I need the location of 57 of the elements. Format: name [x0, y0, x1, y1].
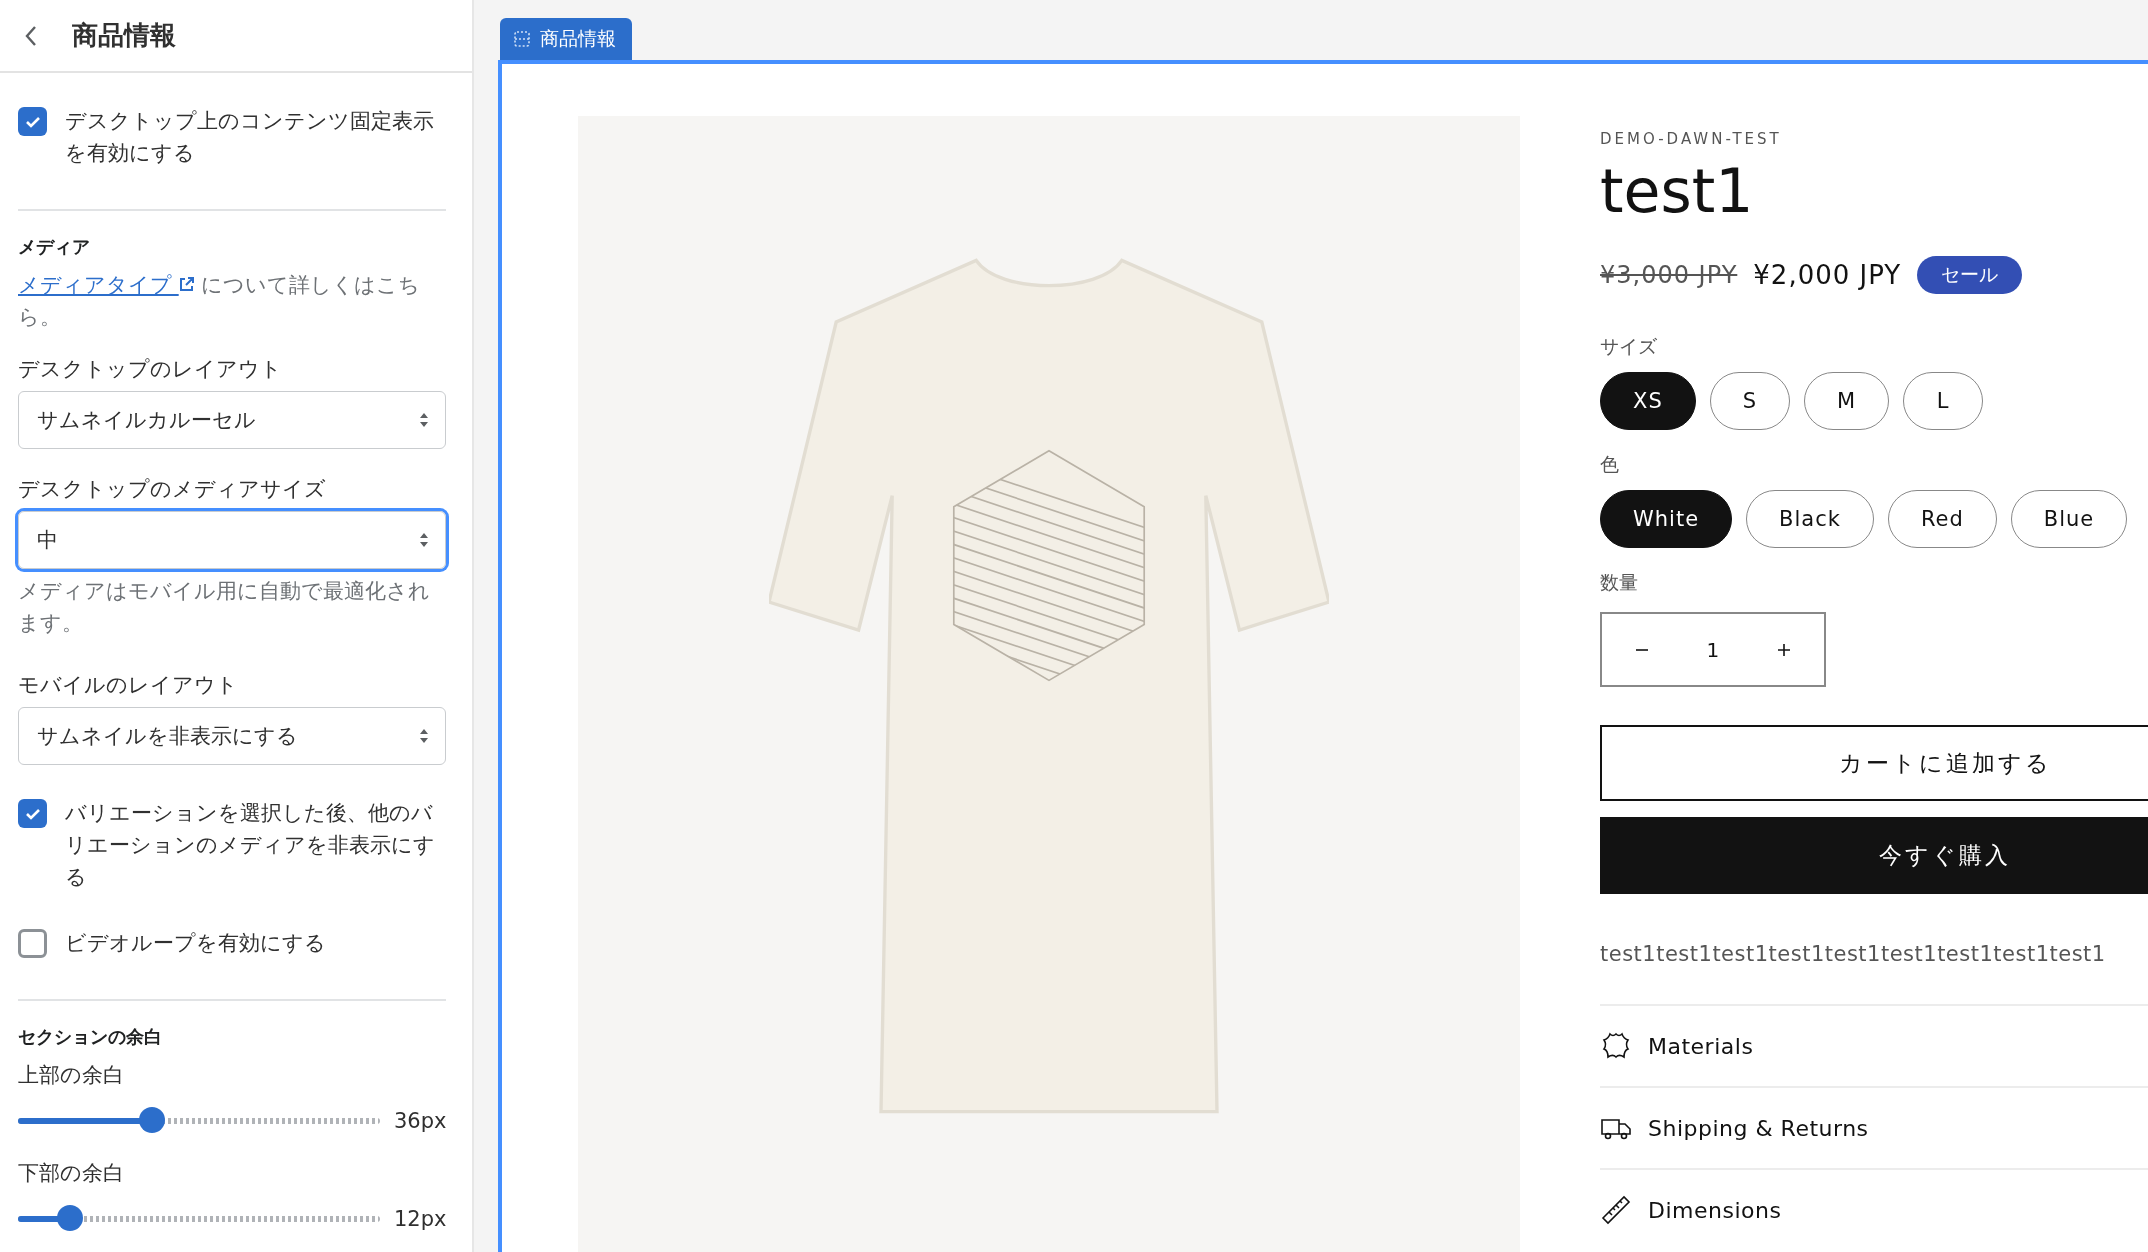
slider-value: 36px: [394, 1109, 446, 1133]
select-field[interactable]: サムネイルを非表示にする: [18, 707, 446, 765]
panel-title: 商品情報: [72, 19, 176, 52]
checkbox[interactable]: [18, 799, 47, 828]
option-pill[interactable]: White: [1600, 490, 1733, 548]
select-arrows-icon: [419, 727, 429, 745]
checkbox-label: バリエーションを選択した後、他のバリエーションのメディアを非表示にする: [65, 800, 436, 891]
media-type-link[interactable]: メディアタイプ: [18, 273, 195, 297]
vendor-text: DEMO-DAWN-TEST: [1600, 130, 1783, 148]
section-heading: セクションの余白: [18, 1025, 163, 1049]
add-to-cart-button[interactable]: カートに追加する: [1600, 725, 2148, 801]
sale-price: ¥2,000 JPY: [1753, 260, 1902, 290]
checkbox-label: ビデオループを有効にする: [65, 930, 326, 957]
quantity-label: 数量: [1600, 570, 1639, 595]
checkmark-icon: [24, 115, 41, 128]
select-arrows-icon: [419, 411, 429, 429]
option-label: 色: [1600, 452, 1620, 477]
checkbox[interactable]: [18, 929, 47, 958]
buy-now-button[interactable]: 今すぐ購入: [1600, 817, 2148, 894]
accordion-row[interactable]: Materials: [1600, 1004, 2148, 1086]
option-pill[interactable]: Red: [1887, 490, 1997, 548]
help-text: メディアはモバイル用に自動で最適化されます。: [18, 578, 431, 637]
product-description: test1test1test1test1test1test1test1test1test1: [1600, 942, 2107, 966]
checkbox[interactable]: [18, 107, 47, 136]
accordion-row[interactable]: Dimensions: [1600, 1168, 2148, 1250]
select-field[interactable]: 中: [18, 511, 446, 569]
option-pill[interactable]: XS: [1600, 372, 1696, 430]
sale-badge: セール: [1917, 256, 2023, 294]
checkbox-label: デスクトップ上のコンテンツ固定表示を有効にする: [65, 108, 435, 167]
accordion-row[interactable]: Shipping & Returns: [1600, 1086, 2148, 1168]
section-heading: メディア: [18, 235, 91, 259]
slider-label: 下部の余白: [18, 1160, 125, 1187]
field-label: デスクトップのメディアサイズ: [18, 476, 327, 503]
section-tab[interactable]: 商品情報: [500, 18, 632, 60]
slider-label: 上部の余白: [18, 1062, 125, 1089]
field-label: デスクトップのレイアウト: [18, 356, 283, 383]
option-pill[interactable]: L: [1903, 372, 1984, 430]
compare-price: ¥3,000 JPY: [1600, 261, 1738, 289]
help-text: メディアタイプ について詳しくはこちら。: [18, 272, 422, 331]
external-link-icon: [178, 276, 195, 292]
ruler-icon: [1600, 1194, 1632, 1226]
slider-thumb[interactable]: [138, 1107, 165, 1133]
option-pill[interactable]: Blue: [2010, 490, 2128, 548]
option-label: サイズ: [1600, 334, 1658, 359]
select-arrows-icon: [419, 531, 429, 549]
field-label: モバイルのレイアウト: [18, 672, 239, 699]
quantity-value[interactable]: 1: [1706, 637, 1720, 662]
option-pill[interactable]: M: [1804, 372, 1890, 430]
back-icon[interactable]: [24, 24, 38, 47]
product-title: test1: [1600, 156, 1755, 226]
checkmark-icon: [24, 807, 41, 820]
option-pill[interactable]: S: [1709, 372, 1791, 430]
select-field[interactable]: サムネイルカルーセル: [18, 391, 446, 449]
slider-value: 12px: [394, 1207, 446, 1231]
slider-thumb[interactable]: [57, 1205, 84, 1231]
option-pill[interactable]: Black: [1746, 490, 1874, 548]
section-icon: [512, 29, 532, 49]
